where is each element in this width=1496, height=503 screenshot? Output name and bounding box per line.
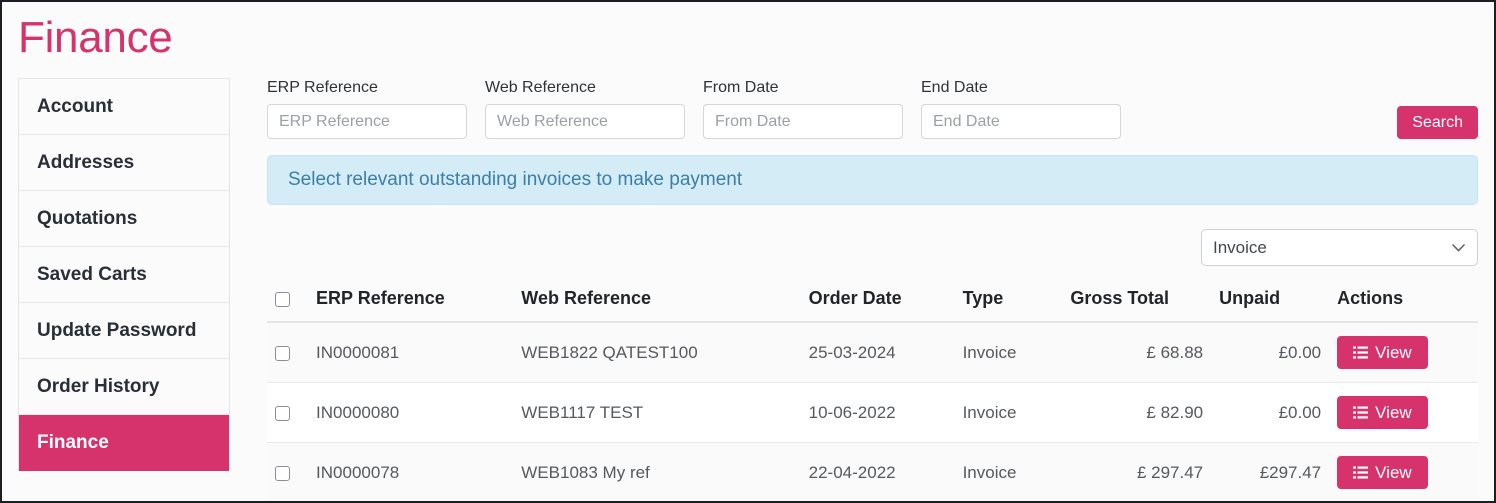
sidebar-item-update-password[interactable]: Update Password <box>19 303 229 359</box>
cell-erp-reference: IN0000081 <box>308 322 513 383</box>
view-button[interactable]: View <box>1337 336 1428 369</box>
filter-input-erp-reference[interactable] <box>267 104 467 139</box>
filter-input-end-date[interactable] <box>921 104 1121 139</box>
page-layout: AccountAddressesQuotationsSaved CartsUpd… <box>2 78 1494 501</box>
cell-web-reference: WEB1083 My ref <box>513 443 800 502</box>
search-button[interactable]: Search <box>1397 106 1478 139</box>
filter-field-end-date: End Date <box>921 78 1121 139</box>
sidebar-item-account[interactable]: Account <box>19 79 229 135</box>
row-select-cell <box>267 383 308 443</box>
list-icon <box>1353 466 1368 479</box>
filter-input-from-date[interactable] <box>703 104 903 139</box>
filter-field-erp-reference: ERP Reference <box>267 78 467 139</box>
cell-gross-total: £ 297.47 <box>1062 443 1211 502</box>
invoice-table: ERP Reference Web Reference Order Date T… <box>267 278 1478 501</box>
view-button-label: View <box>1375 464 1412 481</box>
cell-erp-reference: IN0000080 <box>308 383 513 443</box>
column-header-gross-total: Gross Total <box>1062 278 1211 322</box>
sidebar-item-addresses[interactable]: Addresses <box>19 135 229 191</box>
row-select-cell <box>267 443 308 502</box>
cell-actions: View <box>1329 322 1478 383</box>
row-checkbox[interactable] <box>275 406 290 421</box>
view-button-label: View <box>1375 404 1412 421</box>
cell-gross-total: £ 68.88 <box>1062 322 1211 383</box>
main-content: ERP ReferenceWeb ReferenceFrom DateEnd D… <box>230 78 1494 501</box>
list-icon <box>1353 346 1368 359</box>
sidebar-item-saved-carts[interactable]: Saved Carts <box>19 247 229 303</box>
invoice-table-body: IN0000081WEB1822 QATEST10025-03-2024Invo… <box>267 322 1478 501</box>
cell-type: Invoice <box>955 383 1063 443</box>
filter-field-from-date: From Date <box>703 78 903 139</box>
cell-gross-total: £ 82.90 <box>1062 383 1211 443</box>
view-button[interactable]: View <box>1337 396 1428 429</box>
document-type-row: Invoice <box>267 229 1478 266</box>
filter-label-end-date: End Date <box>921 78 1121 97</box>
column-header-unpaid: Unpaid <box>1211 278 1329 322</box>
view-button-label: View <box>1375 344 1412 361</box>
cell-type: Invoice <box>955 443 1063 502</box>
table-row: IN0000080WEB1117 TEST10-06-2022Invoice£ … <box>267 383 1478 443</box>
cell-erp-reference: IN0000078 <box>308 443 513 502</box>
select-all-checkbox[interactable] <box>275 292 290 307</box>
filter-input-web-reference[interactable] <box>485 104 685 139</box>
column-header-type: Type <box>955 278 1063 322</box>
table-header-row: ERP Reference Web Reference Order Date T… <box>267 278 1478 322</box>
row-checkbox[interactable] <box>275 466 290 481</box>
column-header-web-reference: Web Reference <box>513 278 800 322</box>
cell-actions: View <box>1329 383 1478 443</box>
sidebar-item-quotations[interactable]: Quotations <box>19 191 229 247</box>
cell-type: Invoice <box>955 322 1063 383</box>
cell-unpaid: £0.00 <box>1211 383 1329 443</box>
cell-unpaid: £0.00 <box>1211 322 1329 383</box>
document-type-select-wrapper: Invoice <box>1201 229 1478 266</box>
cell-order-date: 22-04-2022 <box>801 443 955 502</box>
column-header-order-date: Order Date <box>801 278 955 322</box>
cell-order-date: 25-03-2024 <box>801 322 955 383</box>
cell-order-date: 10-06-2022 <box>801 383 955 443</box>
account-sidebar: AccountAddressesQuotationsSaved CartsUpd… <box>18 78 230 471</box>
filter-bar: ERP Reference Web Reference From Date End D… <box>267 78 1478 139</box>
cell-web-reference: WEB1822 QATEST100 <box>513 322 800 383</box>
page-title: Finance <box>2 2 1494 60</box>
row-select-cell <box>267 322 308 383</box>
view-button[interactable]: View <box>1337 456 1428 489</box>
info-banner: Select relevant outstanding invoices to … <box>267 155 1478 205</box>
sidebar-item-order-history[interactable]: Order History <box>19 359 229 415</box>
select-all-header <box>267 278 308 322</box>
filter-field-web-reference: Web Reference <box>485 78 685 139</box>
finance-page: Finance AccountAddressesQuotationsSaved … <box>2 2 1494 501</box>
filter-label-erp-reference: ERP Reference <box>267 78 467 97</box>
list-icon <box>1353 406 1368 419</box>
sidebar-item-finance[interactable]: Finance <box>19 415 229 471</box>
cell-web-reference: WEB1117 TEST <box>513 383 800 443</box>
column-header-erp-reference: ERP Reference <box>308 278 513 322</box>
cell-unpaid: £297.47 <box>1211 443 1329 502</box>
column-header-actions: Actions <box>1329 278 1478 322</box>
filter-label-web-reference: Web Reference <box>485 78 685 97</box>
row-checkbox[interactable] <box>275 346 290 361</box>
invoice-table-head: ERP Reference Web Reference Order Date T… <box>267 278 1478 322</box>
filter-label-from-date: From Date <box>703 78 903 97</box>
cell-actions: View <box>1329 443 1478 502</box>
table-row: IN0000078WEB1083 My ref22-04-2022Invoice… <box>267 443 1478 502</box>
document-type-select[interactable]: Invoice <box>1201 229 1478 266</box>
table-row: IN0000081WEB1822 QATEST10025-03-2024Invo… <box>267 322 1478 383</box>
